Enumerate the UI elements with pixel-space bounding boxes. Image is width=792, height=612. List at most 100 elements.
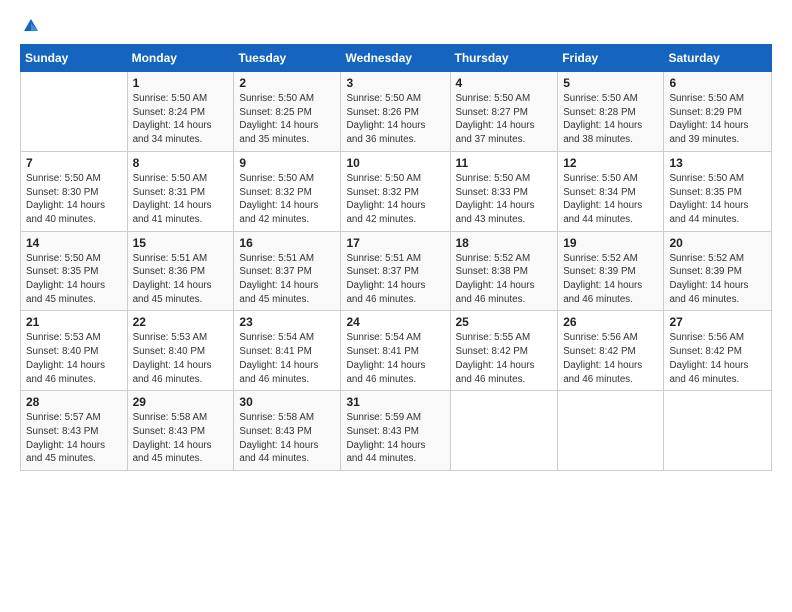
day-info: Sunrise: 5:50 AM Sunset: 8:34 PM Dayligh… [563,172,658,227]
day-info: Sunrise: 5:51 AM Sunset: 8:36 PM Dayligh… [133,252,229,307]
day-number: 15 [133,236,229,250]
calendar-week-4: 21 Sunrise: 5:53 AM Sunset: 8:40 PM Dayli… [21,311,772,391]
day-number: 14 [26,236,122,250]
day-number: 9 [239,156,335,170]
calendar-cell: 26 Sunrise: 5:56 AM Sunset: 8:42 PM Dayli… [558,311,664,391]
day-info: Sunrise: 5:52 AM Sunset: 8:38 PM Dayligh… [456,252,553,307]
calendar-cell: 31 Sunrise: 5:59 AM Sunset: 8:43 PM Dayli… [341,391,450,471]
day-number: 7 [26,156,122,170]
calendar-cell: 29 Sunrise: 5:58 AM Sunset: 8:43 PM Dayli… [127,391,234,471]
day-info: Sunrise: 5:52 AM Sunset: 8:39 PM Dayligh… [669,252,766,307]
header-day-wednesday: Wednesday [341,45,450,72]
day-info: Sunrise: 5:52 AM Sunset: 8:39 PM Dayligh… [563,252,658,307]
day-number: 18 [456,236,553,250]
calendar-cell: 22 Sunrise: 5:53 AM Sunset: 8:40 PM Dayli… [127,311,234,391]
calendar-cell: 25 Sunrise: 5:55 AM Sunset: 8:42 PM Dayli… [450,311,558,391]
day-info: Sunrise: 5:50 AM Sunset: 8:28 PM Dayligh… [563,92,658,147]
calendar-cell [21,72,128,152]
calendar: SundayMondayTuesdayWednesdayThursdayFrid… [20,44,772,471]
day-info: Sunrise: 5:51 AM Sunset: 8:37 PM Dayligh… [239,252,335,307]
calendar-cell: 10Sunrise: 5:50 AM Sunset: 8:32 PM Dayli… [341,151,450,231]
day-info: Sunrise: 5:57 AM Sunset: 8:43 PM Dayligh… [26,411,122,466]
day-number: 11 [456,156,553,170]
day-number: 1 [133,76,229,90]
day-number: 27 [669,315,766,329]
day-info: Sunrise: 5:50 AM Sunset: 8:30 PM Dayligh… [26,172,122,227]
header-day-friday: Friday [558,45,664,72]
day-number: 22 [133,315,229,329]
day-info: Sunrise: 5:53 AM Sunset: 8:40 PM Dayligh… [133,331,229,386]
header-day-monday: Monday [127,45,234,72]
day-info: Sunrise: 5:58 AM Sunset: 8:43 PM Dayligh… [239,411,335,466]
day-number: 16 [239,236,335,250]
day-info: Sunrise: 5:56 AM Sunset: 8:42 PM Dayligh… [563,331,658,386]
day-info: Sunrise: 5:58 AM Sunset: 8:43 PM Dayligh… [133,411,229,466]
day-number: 5 [563,76,658,90]
calendar-cell: 14 Sunrise: 5:50 AM Sunset: 8:35 PM Dayli… [21,231,128,311]
day-info: Sunrise: 5:50 AM Sunset: 8:32 PM Dayligh… [239,172,335,227]
calendar-cell: 28 Sunrise: 5:57 AM Sunset: 8:43 PM Dayli… [21,391,128,471]
calendar-cell: 16 Sunrise: 5:51 AM Sunset: 8:37 PM Dayli… [234,231,341,311]
calendar-cell: 7 Sunrise: 5:50 AM Sunset: 8:30 PM Daylig… [21,151,128,231]
day-number: 2 [239,76,335,90]
day-info: Sunrise: 5:54 AM Sunset: 8:41 PM Dayligh… [239,331,335,386]
day-info: Sunrise: 5:51 AM Sunset: 8:37 PM Dayligh… [346,252,444,307]
day-info: Sunrise: 5:50 AM Sunset: 8:32 PM Dayligh… [346,172,444,227]
day-number: 6 [669,76,766,90]
day-number: 17 [346,236,444,250]
header-day-tuesday: Tuesday [234,45,341,72]
calendar-week-3: 14 Sunrise: 5:50 AM Sunset: 8:35 PM Dayli… [21,231,772,311]
day-info: Sunrise: 5:56 AM Sunset: 8:42 PM Dayligh… [669,331,766,386]
calendar-week-5: 28 Sunrise: 5:57 AM Sunset: 8:43 PM Dayli… [21,391,772,471]
day-number: 29 [133,395,229,409]
calendar-cell [450,391,558,471]
day-number: 20 [669,236,766,250]
day-number: 24 [346,315,444,329]
day-info: Sunrise: 5:59 AM Sunset: 8:43 PM Dayligh… [346,411,444,466]
calendar-cell: 24 Sunrise: 5:54 AM Sunset: 8:41 PM Dayli… [341,311,450,391]
calendar-cell: 30Sunrise: 5:58 AM Sunset: 8:43 PM Dayli… [234,391,341,471]
header-day-sunday: Sunday [21,45,128,72]
day-number: 26 [563,315,658,329]
day-number: 21 [26,315,122,329]
day-number: 28 [26,395,122,409]
calendar-cell: 27 Sunrise: 5:56 AM Sunset: 8:42 PM Dayli… [664,311,772,391]
logo-icon [22,17,40,35]
day-info: Sunrise: 5:55 AM Sunset: 8:42 PM Dayligh… [456,331,553,386]
day-info: Sunrise: 5:50 AM Sunset: 8:35 PM Dayligh… [26,252,122,307]
calendar-week-1: 1Sunrise: 5:50 AM Sunset: 8:24 PM Daylig… [21,72,772,152]
calendar-cell: 20 Sunrise: 5:52 AM Sunset: 8:39 PM Dayli… [664,231,772,311]
calendar-cell: 12 Sunrise: 5:50 AM Sunset: 8:34 PM Dayli… [558,151,664,231]
calendar-cell [664,391,772,471]
page: SundayMondayTuesdayWednesdayThursdayFrid… [0,0,792,612]
day-info: Sunrise: 5:53 AM Sunset: 8:40 PM Dayligh… [26,331,122,386]
calendar-cell: 15 Sunrise: 5:51 AM Sunset: 8:36 PM Dayli… [127,231,234,311]
day-number: 23 [239,315,335,329]
calendar-cell [558,391,664,471]
calendar-cell: 17 Sunrise: 5:51 AM Sunset: 8:37 PM Dayli… [341,231,450,311]
day-number: 12 [563,156,658,170]
calendar-cell: 23 Sunrise: 5:54 AM Sunset: 8:41 PM Dayli… [234,311,341,391]
calendar-cell: 5 Sunrise: 5:50 AM Sunset: 8:28 PM Daylig… [558,72,664,152]
day-info: Sunrise: 5:50 AM Sunset: 8:25 PM Dayligh… [239,92,335,147]
day-info: Sunrise: 5:50 AM Sunset: 8:27 PM Dayligh… [456,92,553,147]
header [20,18,772,36]
day-number: 8 [133,156,229,170]
calendar-cell: 1Sunrise: 5:50 AM Sunset: 8:24 PM Daylig… [127,72,234,152]
calendar-cell: 2 Sunrise: 5:50 AM Sunset: 8:25 PM Daylig… [234,72,341,152]
calendar-cell: 3Sunrise: 5:50 AM Sunset: 8:26 PM Daylig… [341,72,450,152]
day-number: 25 [456,315,553,329]
day-number: 13 [669,156,766,170]
calendar-cell: 6Sunrise: 5:50 AM Sunset: 8:29 PM Daylig… [664,72,772,152]
calendar-week-2: 7 Sunrise: 5:50 AM Sunset: 8:30 PM Daylig… [21,151,772,231]
day-number: 3 [346,76,444,90]
day-info: Sunrise: 5:50 AM Sunset: 8:35 PM Dayligh… [669,172,766,227]
header-day-thursday: Thursday [450,45,558,72]
header-day-saturday: Saturday [664,45,772,72]
day-info: Sunrise: 5:54 AM Sunset: 8:41 PM Dayligh… [346,331,444,386]
calendar-cell: 21 Sunrise: 5:53 AM Sunset: 8:40 PM Dayli… [21,311,128,391]
calendar-cell: 4 Sunrise: 5:50 AM Sunset: 8:27 PM Daylig… [450,72,558,152]
calendar-header-row: SundayMondayTuesdayWednesdayThursdayFrid… [21,45,772,72]
day-number: 31 [346,395,444,409]
day-number: 4 [456,76,553,90]
